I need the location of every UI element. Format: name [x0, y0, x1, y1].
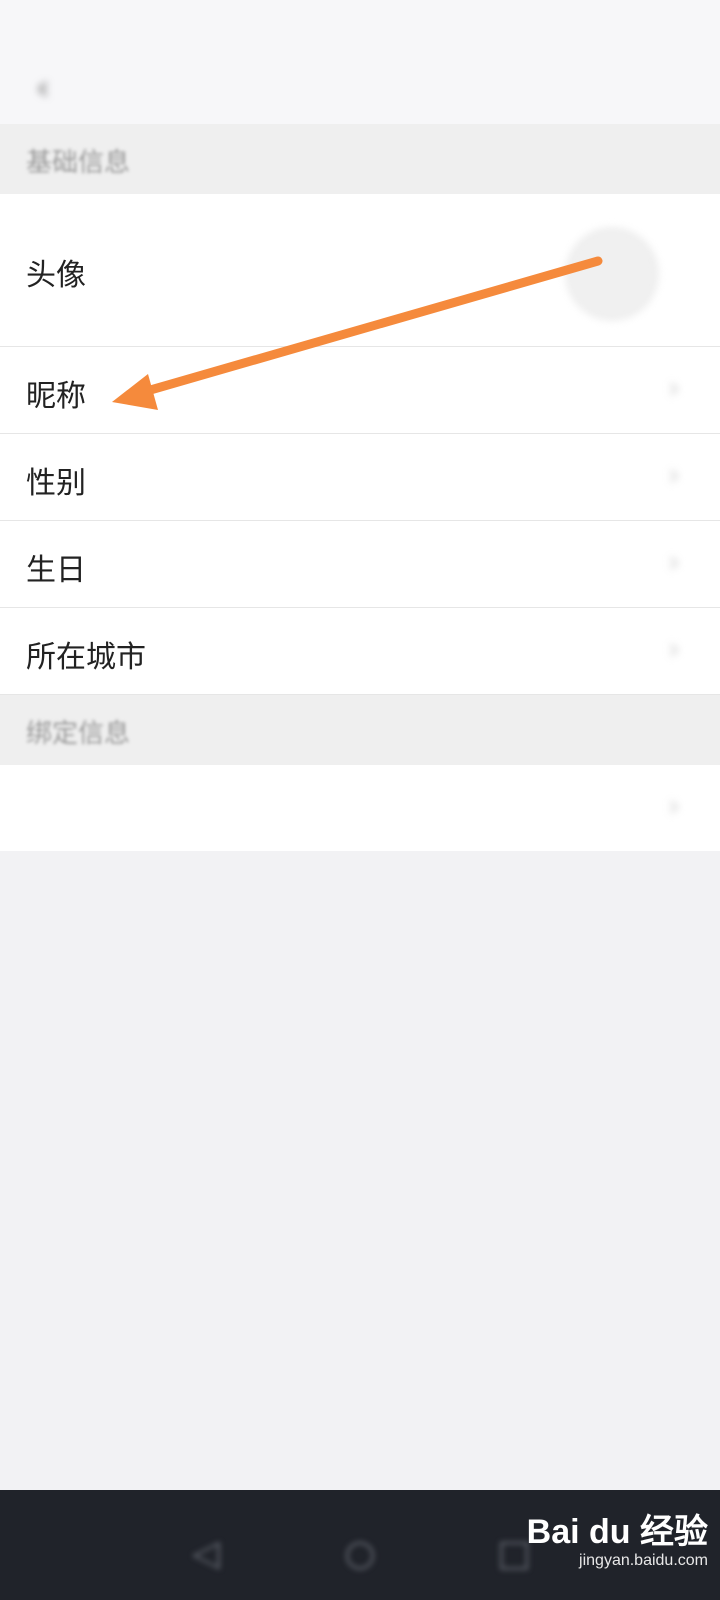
section-header-basic: 基础信息: [0, 124, 720, 194]
chevron-right-icon: ›: [668, 789, 680, 824]
nickname-label: 昵称: [26, 379, 86, 414]
chevron-right-icon: ›: [668, 371, 680, 406]
status-bar: [0, 0, 720, 52]
section-header-basic-label: 基础信息: [26, 148, 131, 178]
chevron-left-icon[interactable]: ‹: [36, 70, 72, 106]
watermark-url: jingyan.baidu.com: [579, 1552, 708, 1569]
birthday-label: 生日: [26, 553, 86, 588]
section-header-binding-label: 绑定信息: [26, 719, 131, 749]
gender-label: 性别: [26, 466, 86, 501]
system-nav-bar: ◁ ○ □ Bai du 经验 jingyan.baidu.com: [0, 1490, 720, 1600]
avatar-label: 头像: [26, 258, 86, 293]
chevron-right-icon: ›: [668, 632, 680, 667]
baidu-watermark: Bai du 经验 jingyan.baidu.com: [527, 1504, 708, 1584]
phone-row[interactable]: ›: [0, 765, 720, 851]
avatar[interactable]: [566, 228, 658, 320]
city-label: 所在城市: [26, 640, 146, 675]
birthday-row[interactable]: 生日 ›: [0, 521, 720, 608]
home-circle-icon[interactable]: ○: [336, 1530, 384, 1578]
watermark-logo: Bai du 经验: [526, 1513, 708, 1551]
chevron-right-icon: ›: [668, 545, 680, 580]
nav-bar: ‹: [0, 52, 720, 124]
city-row[interactable]: 所在城市 ›: [0, 608, 720, 695]
section-header-binding: 绑定信息: [0, 695, 720, 765]
nickname-row[interactable]: 昵称 ›: [0, 347, 720, 434]
avatar-row[interactable]: 头像: [0, 194, 720, 347]
back-triangle-icon[interactable]: ◁: [182, 1530, 230, 1578]
chevron-right-icon: ›: [668, 458, 680, 493]
gender-row[interactable]: 性别 ›: [0, 434, 720, 521]
